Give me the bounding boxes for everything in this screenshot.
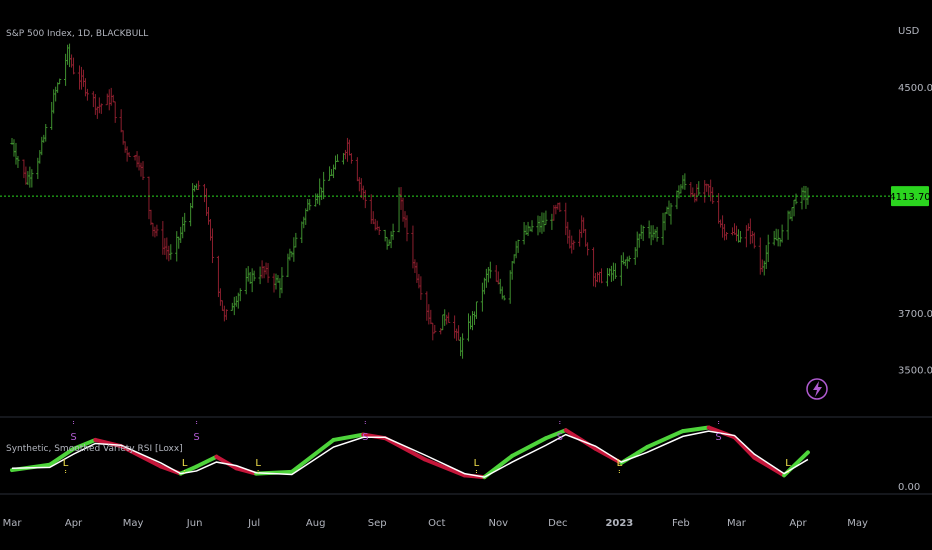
- time-tick-label: Mar: [3, 518, 23, 529]
- svg-text:S: S: [70, 432, 76, 443]
- time-tick-label: Oct: [428, 518, 445, 529]
- time-tick-label: Apr: [65, 518, 83, 529]
- svg-text:S: S: [715, 432, 721, 443]
- svg-text:L: L: [63, 458, 69, 469]
- indicator-tick-labels: 0.00: [898, 482, 920, 493]
- time-tick-label: Apr: [789, 518, 807, 529]
- svg-text:L: L: [255, 458, 261, 469]
- indicator-title[interactable]: Synthetic, Smoothed Variety RSI [Loxx]: [6, 444, 183, 454]
- time-tick-label: Nov: [489, 518, 509, 529]
- svg-text:L: L: [474, 458, 480, 469]
- time-tick-label: Jul: [247, 518, 260, 529]
- svg-text:S: S: [193, 432, 199, 443]
- time-axis[interactable]: Mar Apr May Jun Jul Aug Sep Oct Nov Dec 2023 Feb Mar…: [3, 518, 868, 529]
- svg-text:L: L: [785, 458, 791, 469]
- time-tick-label: Aug: [306, 518, 326, 529]
- price-tick-label: 3700.00: [898, 309, 932, 320]
- time-tick-label: Mar: [727, 518, 747, 529]
- time-tick-label: Dec: [548, 518, 567, 529]
- time-tick-label: Jun: [186, 518, 203, 529]
- svg-text:S: S: [557, 432, 563, 443]
- currency-label: USD: [898, 26, 920, 37]
- chart-canvas[interactable]: USD 4500.00 3700.00 3500.00 4113.70 S&P 50…: [0, 0, 932, 550]
- time-tick-label: 2023: [605, 518, 633, 529]
- time-tick-label: Sep: [368, 518, 387, 529]
- indicator-tick-label: 0.00: [898, 482, 920, 493]
- svg-text:S: S: [362, 432, 368, 443]
- time-tick-label: May: [123, 518, 144, 529]
- time-tick-label: Feb: [672, 518, 690, 529]
- price-tick-label: 3500.00: [898, 366, 932, 377]
- svg-text:L: L: [182, 458, 188, 469]
- svg-text:L: L: [617, 458, 623, 469]
- price-tick-label: 4500.00: [898, 83, 932, 94]
- symbol-title[interactable]: S&P 500 Index, 1D, BLACKBULL: [6, 29, 148, 39]
- last-price-value: 4113.70: [889, 192, 930, 203]
- time-tick-label: May: [847, 518, 868, 529]
